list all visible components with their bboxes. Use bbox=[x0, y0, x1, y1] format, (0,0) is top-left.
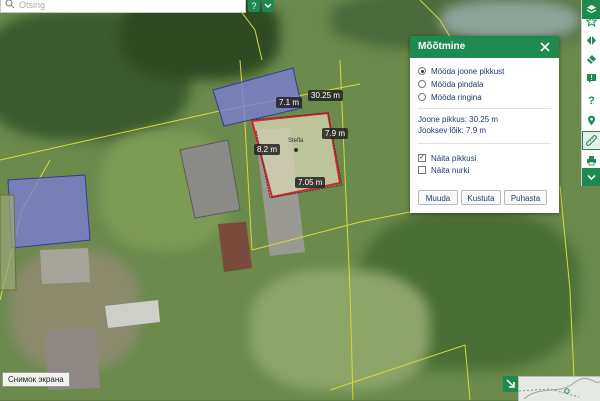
radio-button[interactable] bbox=[418, 80, 426, 88]
search-bar bbox=[0, 0, 246, 13]
edit-button[interactable]: Muuda bbox=[418, 190, 458, 205]
building-roof bbox=[105, 300, 160, 328]
chevron-down-icon bbox=[587, 174, 596, 180]
cadastral-border bbox=[239, 9, 263, 61]
search-icon bbox=[5, 0, 15, 9]
divider bbox=[418, 108, 551, 109]
radio-button[interactable] bbox=[418, 67, 426, 75]
location-button[interactable] bbox=[582, 111, 600, 130]
mode-area[interactable]: Mööda pindala bbox=[418, 78, 483, 90]
mode-label: Mööda ringina bbox=[431, 92, 482, 102]
measure-button[interactable] bbox=[582, 131, 600, 150]
cadastral-border bbox=[419, 0, 453, 41]
search-help-button[interactable]: ? bbox=[248, 0, 260, 12]
checkbox[interactable] bbox=[418, 166, 426, 174]
panel-header: Mõõtmine bbox=[410, 36, 559, 58]
help-icon: ? bbox=[588, 94, 595, 107]
delete-button[interactable]: Kustuta bbox=[461, 190, 501, 205]
measure-panel: Mõõtmine Mööda joone pikkust Mööda pinda… bbox=[410, 36, 559, 213]
overview-map[interactable] bbox=[518, 376, 600, 401]
mode-label: Mööda pindala bbox=[431, 79, 484, 89]
building-roof bbox=[40, 248, 90, 284]
eraser-icon bbox=[587, 55, 596, 64]
split-view-icon bbox=[587, 36, 596, 45]
expand-overview-button[interactable] bbox=[503, 376, 519, 392]
cadastral-border bbox=[329, 344, 471, 400]
eraser-button[interactable] bbox=[582, 50, 600, 69]
cadastral-border bbox=[339, 59, 354, 400]
option-label: Näita nurki bbox=[431, 165, 470, 175]
favorites-button[interactable] bbox=[582, 12, 600, 31]
close-icon[interactable] bbox=[539, 41, 551, 53]
measurement-vertex[interactable] bbox=[294, 148, 298, 152]
mode-label: Mööda joone pikkust bbox=[431, 66, 505, 76]
clear-button[interactable]: Puhasta bbox=[504, 190, 547, 205]
panel-title: Mõõtmine bbox=[418, 41, 466, 52]
option-show-angles[interactable]: Näita nurki bbox=[418, 164, 469, 176]
split-view-button[interactable] bbox=[582, 31, 600, 50]
divider bbox=[418, 143, 551, 144]
location-pin-icon bbox=[588, 115, 595, 126]
mode-circle[interactable]: Mööda ringina bbox=[418, 91, 482, 103]
star-icon bbox=[586, 16, 597, 27]
measure-label-segment: 7.05 m bbox=[295, 177, 326, 188]
right-toolbar: ? bbox=[581, 0, 600, 186]
line-length-result: Joone pikkus: 30.25 m bbox=[418, 115, 499, 124]
mode-line-length[interactable]: Mööda joone pikkust bbox=[418, 65, 504, 77]
current-segment-result: Jooksev lõik: 7.9 m bbox=[418, 126, 487, 135]
highlighted-building[interactable] bbox=[0, 194, 17, 291]
measure-label-segment: 8.2 m bbox=[254, 144, 281, 155]
building-roof bbox=[179, 139, 241, 219]
building-roof bbox=[218, 222, 252, 272]
measure-label-segment: 7.1 m bbox=[276, 97, 303, 108]
overview-map-drawing bbox=[519, 377, 600, 400]
feedback-icon bbox=[587, 74, 596, 83]
ruler-icon bbox=[586, 135, 597, 146]
expand-arrow-icon bbox=[506, 379, 515, 388]
cadastral-border bbox=[559, 185, 576, 400]
collapse-toolbar-button[interactable] bbox=[582, 168, 600, 186]
radio-button[interactable] bbox=[418, 93, 426, 101]
highlighted-building[interactable] bbox=[7, 174, 91, 249]
feedback-button[interactable] bbox=[582, 69, 600, 88]
option-show-lengths[interactable]: ✓ Näita pikkusi bbox=[418, 152, 476, 164]
search-expand-button[interactable] bbox=[262, 0, 274, 12]
measure-label-segment: 7.9 m bbox=[322, 128, 349, 139]
checkbox-checked[interactable]: ✓ bbox=[418, 154, 426, 162]
building-label: Stefla bbox=[288, 138, 304, 144]
search-input[interactable] bbox=[19, 0, 239, 10]
option-label: Näita pikkusi bbox=[431, 153, 477, 163]
measure-label-total: 30.25 m bbox=[308, 90, 343, 101]
screenshot-label: Снимок экрана bbox=[2, 372, 70, 387]
help-button[interactable]: ? bbox=[582, 91, 600, 110]
printer-icon bbox=[587, 156, 596, 166]
chevron-down-icon bbox=[264, 3, 272, 8]
